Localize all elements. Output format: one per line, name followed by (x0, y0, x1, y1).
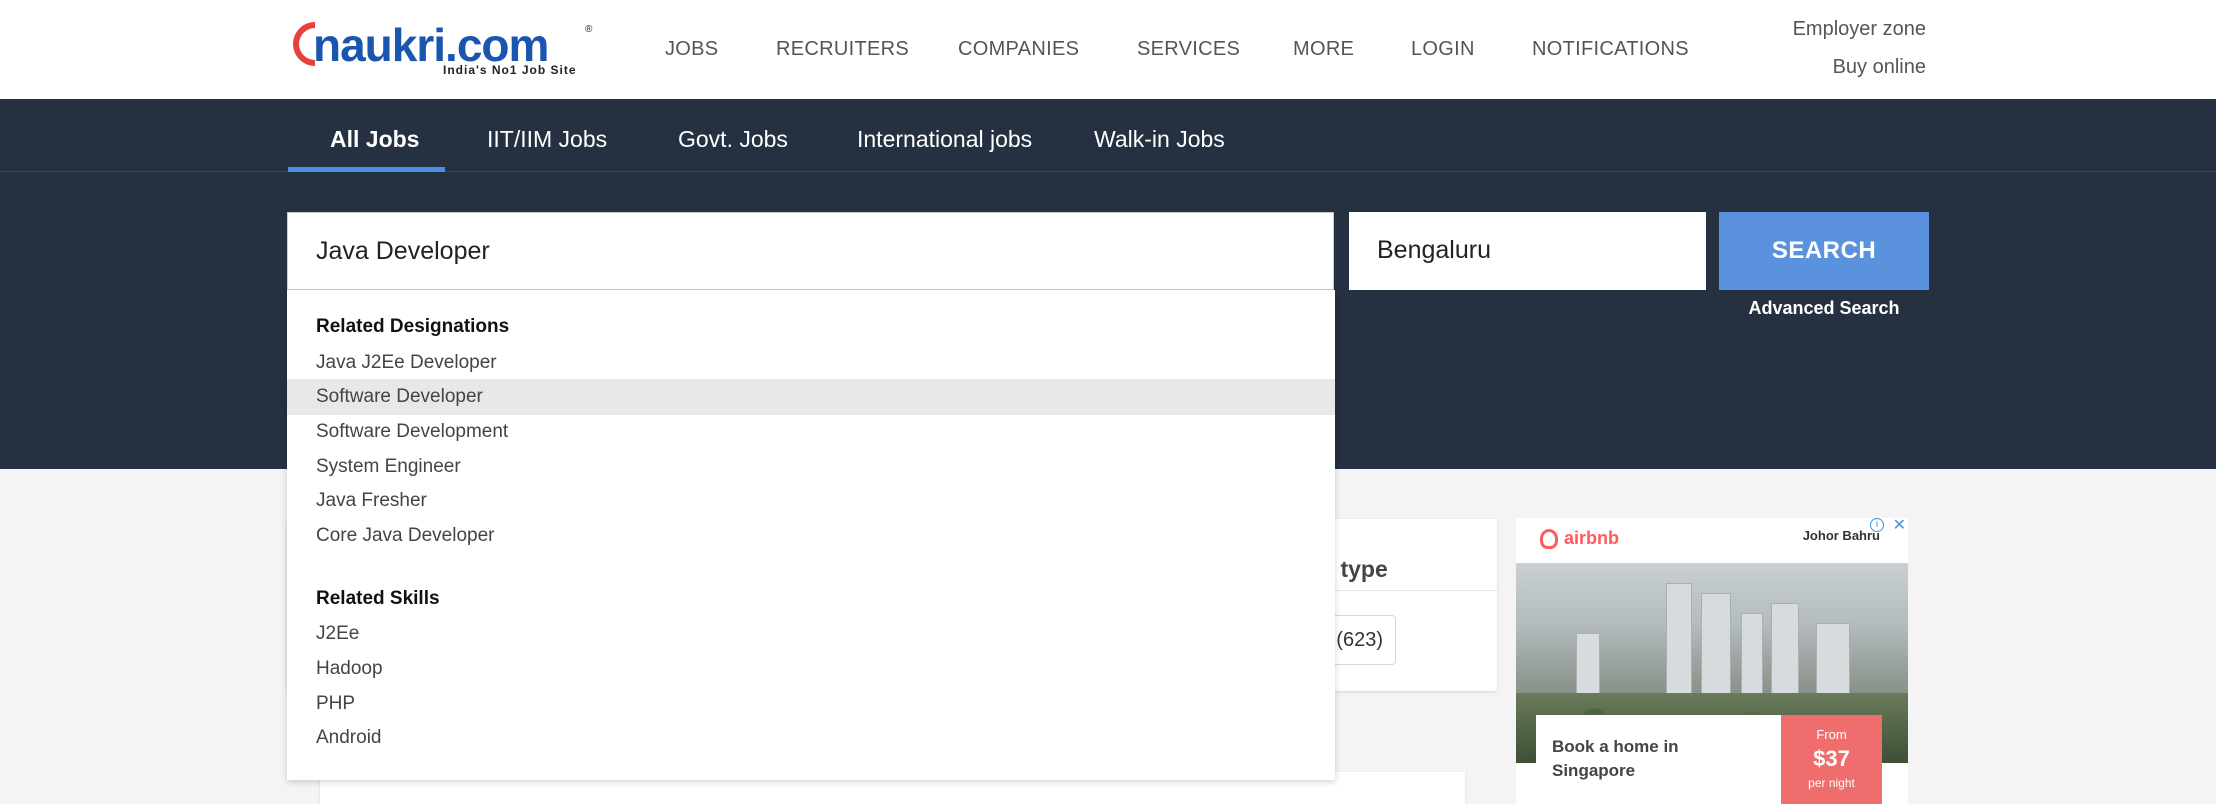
ad-price-badge: From $37 per night (1781, 715, 1882, 804)
active-tab-indicator (288, 167, 445, 172)
keyword-input[interactable] (316, 237, 1257, 266)
logo-swoosh-icon (293, 22, 315, 66)
buy-online-link[interactable]: Buy online (1833, 56, 1926, 79)
tab-govt-jobs[interactable]: Govt. Jobs (678, 126, 788, 153)
related-designations-heading: Related Designations (316, 316, 510, 337)
ad-price-amount: $37 (1813, 746, 1850, 771)
tab-all-jobs[interactable]: All Jobs (330, 126, 419, 153)
nav-recruiters[interactable]: RECRUITERS (776, 38, 909, 61)
keyword-search-box[interactable] (287, 212, 1334, 290)
search-button[interactable]: SEARCH (1719, 212, 1929, 290)
ad-text-card: Book a home in Singapore (1536, 715, 1786, 804)
ad-close-icon[interactable]: ✕ (1893, 518, 1906, 535)
nav-notifications[interactable]: NOTIFICATIONS (1532, 38, 1689, 61)
building (1816, 623, 1850, 703)
suggestion-skill[interactable]: PHP (287, 686, 1335, 722)
site-header: naukri.com India's No1 Job Site ® JOBS R… (0, 0, 2216, 99)
tab-international-jobs[interactable]: International jobs (857, 126, 1032, 153)
ad-location: Johor Bahru (1802, 528, 1880, 543)
suggestion-skill[interactable]: J2Ee (287, 616, 1335, 652)
naukri-logo[interactable]: naukri.com India's No1 Job Site ® (293, 20, 595, 78)
suggestion-designation[interactable]: Software Development (287, 414, 1335, 450)
nav-login[interactable]: LOGIN (1411, 38, 1475, 61)
ad-info-icon[interactable]: i (1870, 518, 1884, 532)
airbnb-logo: airbnb (1540, 528, 1620, 550)
building (1771, 603, 1799, 703)
employer-zone-link[interactable]: Employer zone (1793, 18, 1926, 41)
advanced-search-link[interactable]: Advanced Search (1719, 298, 1929, 319)
location-search-box[interactable] (1349, 212, 1706, 290)
ad-price-unit: per night (1808, 776, 1855, 790)
suggestion-skill[interactable]: Android (287, 720, 1335, 756)
suggestion-designation[interactable]: Java J2Ee Developer (287, 345, 1335, 381)
related-skills-heading: Related Skills (316, 588, 440, 609)
suggestions-dropdown: Related Designations Java J2Ee Developer… (287, 290, 1335, 780)
nav-services[interactable]: SERVICES (1137, 38, 1240, 61)
suggestion-designation[interactable]: System Engineer (287, 449, 1335, 485)
building (1701, 593, 1731, 703)
nav-more[interactable]: MORE (1293, 38, 1354, 61)
building (1666, 583, 1692, 703)
airbnb-brand: airbnb (1564, 528, 1620, 548)
ad-headline: Book a home in Singapore (1552, 737, 1679, 780)
location-input[interactable] (1377, 236, 1699, 265)
tab-walk-in-jobs[interactable]: Walk-in Jobs (1094, 126, 1225, 153)
suggestion-skill[interactable]: Hadoop (287, 651, 1335, 687)
registered-mark: ® (585, 24, 593, 35)
nav-jobs[interactable]: JOBS (665, 38, 718, 61)
suggestion-designation-highlighted[interactable]: Software Developer (287, 379, 1335, 415)
building (1741, 613, 1763, 703)
logo-tagline: India's No1 Job Site (443, 63, 577, 77)
suggestion-designation[interactable]: Core Java Developer (287, 518, 1335, 554)
ad-price-from: From (1816, 727, 1847, 742)
airbnb-icon (1540, 529, 1558, 550)
nav-companies[interactable]: COMPANIES (958, 38, 1079, 61)
suggestion-designation[interactable]: Java Fresher (287, 483, 1335, 519)
tab-iit-iim-jobs[interactable]: IIT/IIM Jobs (487, 126, 607, 153)
